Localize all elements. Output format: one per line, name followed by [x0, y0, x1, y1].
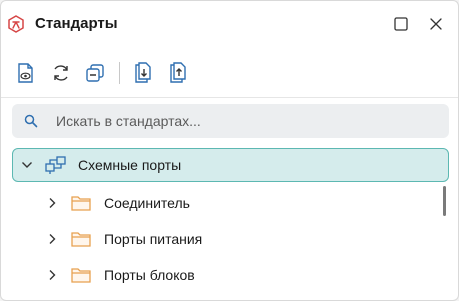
maximize-button[interactable]	[391, 14, 411, 34]
toolbar-separator	[119, 62, 120, 84]
tree-node-child[interactable]: Порты питания	[41, 223, 436, 255]
refresh-button[interactable]	[49, 61, 73, 85]
search-box[interactable]	[12, 104, 449, 138]
export-icon	[170, 62, 186, 83]
refresh-icon	[54, 65, 68, 81]
network-ports-icon	[45, 156, 66, 174]
chevron-right-icon[interactable]	[46, 233, 58, 245]
panel-header: Стандарты	[1, 1, 458, 47]
tree-node-child[interactable]: Соединитель	[41, 187, 436, 219]
vertical-scrollbar[interactable]	[443, 186, 446, 216]
panel-title: Стандарты	[35, 15, 118, 32]
standards-panel: Стандарты Искать в стандартах... Схемные…	[0, 0, 459, 301]
view-document-button[interactable]	[14, 61, 38, 85]
close-button[interactable]	[426, 14, 446, 34]
toolbar-divider	[1, 97, 458, 98]
maximize-icon	[394, 17, 408, 31]
folder-icon	[71, 196, 91, 211]
close-icon	[430, 18, 442, 30]
export-button[interactable]	[166, 61, 190, 85]
view-document-icon	[18, 63, 33, 83]
chevron-right-icon[interactable]	[46, 197, 58, 209]
tree-node-label: Схемные порты	[78, 157, 182, 173]
tree-node-root[interactable]: Схемные порты	[12, 148, 449, 182]
chevron-right-icon[interactable]	[46, 269, 58, 281]
folder-icon	[71, 268, 91, 283]
chevron-down-icon[interactable]	[21, 159, 33, 171]
toolbar	[1, 59, 458, 89]
folder-icon	[71, 232, 91, 247]
import-button[interactable]	[131, 61, 155, 85]
collapse-all-icon	[86, 64, 104, 82]
tree-node-child[interactable]: Порты блоков	[41, 259, 436, 291]
search-icon	[24, 114, 38, 128]
tree-node-label: Порты питания	[104, 231, 203, 247]
tree-node-label: Порты блоков	[104, 267, 195, 283]
search-input[interactable]	[56, 104, 436, 138]
collapse-all-button[interactable]	[83, 61, 107, 85]
import-icon	[135, 62, 151, 83]
tree-node-label: Соединитель	[104, 195, 190, 211]
standards-logo-icon	[8, 15, 24, 33]
